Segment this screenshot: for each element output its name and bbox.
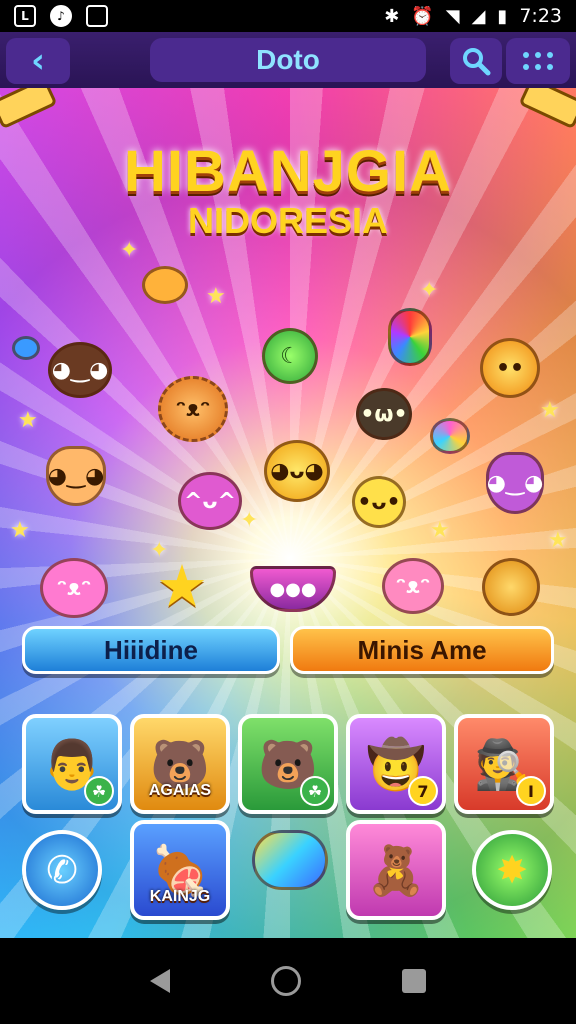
tile-bear-doctor[interactable]: 🧸 bbox=[346, 820, 446, 920]
app-header: ‹ Doto bbox=[0, 32, 576, 88]
yellow-cub-character[interactable]: ◕ᴗ◕ bbox=[264, 440, 330, 502]
tile-meat[interactable]: 🍖 KAINJG bbox=[130, 820, 230, 920]
tile-cowboy-bear[interactable]: 🤠 7 bbox=[346, 714, 446, 814]
search-button[interactable] bbox=[450, 38, 502, 84]
lion-character[interactable]: ᵔᴥᵔ bbox=[158, 376, 228, 442]
sparkle: ✦ bbox=[420, 278, 439, 303]
bow-chick-character[interactable]: •ᴗ• bbox=[352, 476, 406, 528]
level-badge: 7 bbox=[408, 776, 438, 806]
orange-ball[interactable]: •• bbox=[480, 338, 540, 398]
coin-token[interactable] bbox=[142, 266, 188, 304]
sparkle: ★ bbox=[10, 518, 30, 543]
music-icon: ♪ bbox=[50, 5, 72, 27]
green-orb[interactable]: ☾ bbox=[262, 328, 318, 384]
sparkle: ✦ bbox=[120, 238, 139, 263]
back-arrow-icon: ‹ bbox=[30, 41, 45, 81]
tile-hat-man[interactable]: 🕵 I bbox=[454, 714, 554, 814]
star-button[interactable]: ✸ bbox=[472, 830, 552, 910]
tile-man-portrait[interactable]: 👨 ☘ bbox=[22, 714, 122, 814]
sparkle: ★ bbox=[540, 398, 560, 423]
sparkle: ★ bbox=[18, 408, 38, 433]
level-badge: I bbox=[516, 776, 546, 806]
signal-icon: ◢ bbox=[471, 5, 486, 27]
nav-home-icon[interactable] bbox=[270, 966, 301, 996]
candy-item[interactable] bbox=[252, 830, 328, 890]
pink-bear-character[interactable]: ᵔᴥᵔ bbox=[40, 558, 108, 618]
notification-l-icon: L bbox=[14, 5, 36, 27]
sparkle: ★ bbox=[548, 528, 568, 553]
tile-label: KAINJG bbox=[149, 888, 211, 905]
status-time: 7:23 bbox=[519, 5, 562, 27]
tile-label: AGAIAS bbox=[148, 782, 212, 799]
clover-badge: ☘ bbox=[84, 776, 114, 806]
primary-play-button[interactable]: Hiiidine bbox=[22, 626, 280, 674]
cat-character[interactable]: •ω• bbox=[356, 388, 412, 440]
star-character[interactable]: ★ bbox=[150, 552, 214, 620]
kid-hat-character[interactable]: ◕‿◕ bbox=[46, 446, 106, 506]
blue-bird[interactable] bbox=[12, 336, 40, 360]
tile-bear[interactable]: 🐻 AGAIAS bbox=[130, 714, 230, 814]
app-title: Doto bbox=[150, 38, 426, 82]
grid-menu-button[interactable] bbox=[506, 38, 570, 84]
sparkle: ✦ bbox=[240, 508, 259, 533]
search-icon bbox=[463, 48, 491, 76]
status-bar: L ♪ ✱ ⏰ ◥ ◢ ▮ 7:23 bbox=[0, 0, 576, 32]
android-nav-bar bbox=[0, 938, 576, 1024]
nav-back-icon[interactable] bbox=[150, 969, 171, 993]
alarm-icon: ⏰ bbox=[411, 5, 434, 27]
gold-coin[interactable] bbox=[482, 558, 540, 616]
witch-kid-character[interactable]: ◕‿◕ bbox=[486, 452, 544, 514]
nav-recents-icon[interactable] bbox=[401, 969, 426, 993]
back-button[interactable]: ‹ bbox=[6, 38, 70, 84]
tile-blue-bear[interactable]: 🐻 ☘ bbox=[238, 714, 338, 814]
bluetooth-icon: ✱ bbox=[384, 5, 400, 27]
pink-fox-character[interactable]: ᵔᴥᵔ bbox=[382, 558, 444, 614]
bear-doctor-icon: 🧸 bbox=[366, 842, 426, 899]
sparkle: ★ bbox=[430, 518, 450, 543]
monkey-character[interactable]: ◕‿◕ bbox=[48, 342, 112, 398]
screen-icon bbox=[86, 5, 108, 27]
game-subtitle: NIDORESIA bbox=[187, 200, 389, 241]
sparkle: ★ bbox=[206, 284, 226, 309]
clover-badge: ☘ bbox=[300, 776, 330, 806]
minigame-button[interactable]: Minis Ame bbox=[290, 626, 554, 674]
pink-frog-character[interactable]: ^ᴗ^ bbox=[178, 472, 242, 530]
phone-button[interactable]: ✆ bbox=[22, 830, 102, 910]
battery-icon: ▮ bbox=[497, 5, 508, 27]
swirl-candy[interactable] bbox=[430, 418, 470, 454]
game-title: HIBANJGIA bbox=[123, 139, 453, 204]
wifi-icon: ◥ bbox=[445, 5, 460, 27]
game-stage[interactable]: HIBANJGIA NIDORESIA ✦ ★ ✦ ★ ★ ★ ★ ★ ✦ ✦ … bbox=[0, 88, 576, 938]
phone-icon: ✆ bbox=[46, 848, 78, 892]
star-icon: ✸ bbox=[496, 848, 528, 892]
rainbow-candy[interactable] bbox=[388, 308, 432, 366]
